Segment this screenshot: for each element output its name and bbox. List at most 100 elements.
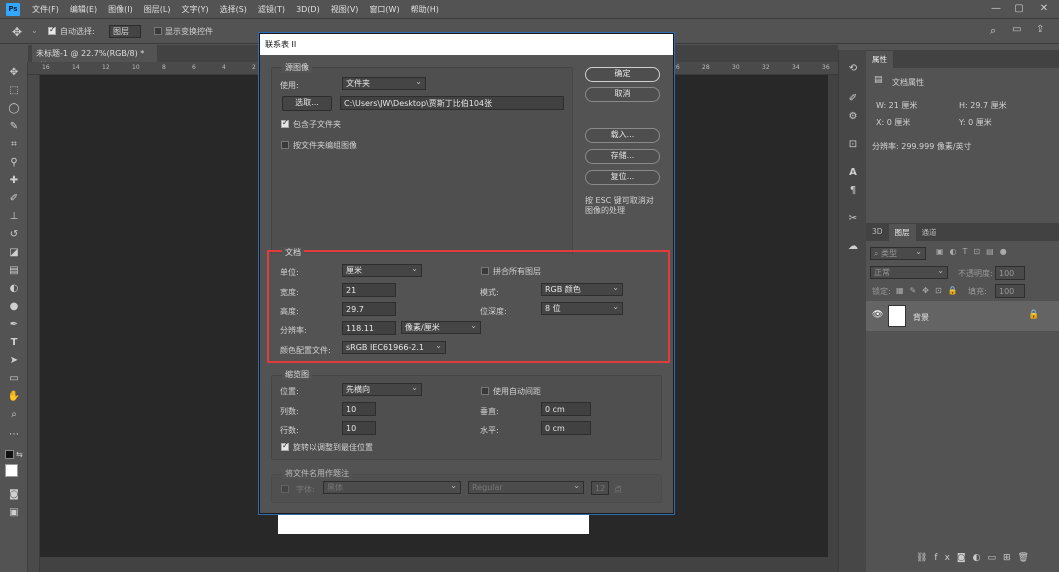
share-icon[interactable]: ⇪: [1036, 24, 1044, 35]
prop-x[interactable]: X: 0 厘米: [876, 117, 910, 128]
hand-tool-icon[interactable]: ✋: [6, 390, 22, 404]
foreground-color-swatch[interactable]: [5, 464, 18, 477]
blend-mode-dropdown[interactable]: 正常: [870, 265, 948, 279]
move-tool-icon[interactable]: ✥: [6, 66, 22, 80]
lock-icons[interactable]: ▦✎✥⊡🔒: [896, 286, 964, 295]
tool-presets-icon[interactable]: ✂: [846, 212, 860, 226]
layer-filter-icons[interactable]: ▣◐T⊡▤●: [936, 247, 1013, 256]
blur-tool-icon[interactable]: ◐: [6, 282, 22, 296]
healing-tool-icon[interactable]: ✚: [6, 174, 22, 188]
zoom-tool-icon[interactable]: ⌕: [6, 408, 22, 422]
history-brush-icon[interactable]: ↺: [6, 228, 22, 242]
layer-kind-filter[interactable]: ⌕ 类型: [870, 246, 926, 260]
group-by-folder-checkbox[interactable]: [281, 141, 289, 151]
rows-input[interactable]: 10: [342, 421, 376, 435]
document-tab[interactable]: 未标题-1 @ 22.7%(RGB/8) * ×: [32, 45, 157, 68]
marquee-tool-icon[interactable]: ⬚: [6, 84, 22, 98]
auto-select-dropdown[interactable]: 图层: [109, 25, 141, 38]
font-dropdown[interactable]: 黑体: [323, 480, 461, 494]
show-transform-checkbox[interactable]: [154, 27, 162, 37]
rotate-checkbox[interactable]: [281, 441, 289, 453]
tab-channels[interactable]: 通道: [916, 224, 943, 241]
columns-input[interactable]: 10: [342, 402, 376, 416]
include-subfolders-checkbox[interactable]: [281, 118, 289, 130]
workspace-icon[interactable]: ▭: [1012, 24, 1021, 35]
pen-tool-icon[interactable]: ✒: [6, 318, 22, 332]
menu-help[interactable]: 帮助(H): [411, 4, 439, 15]
maximize-icon[interactable]: ▢: [1013, 3, 1025, 15]
close-icon[interactable]: ✕: [1038, 3, 1050, 15]
quick-select-tool-icon[interactable]: ✎: [6, 120, 22, 134]
auto-select-checkbox[interactable]: [48, 25, 56, 37]
layer-bottom-icons[interactable]: ⛓fx◙◐▭⊞🗑: [916, 553, 1036, 563]
more-tools-icon[interactable]: ⋯: [6, 428, 22, 442]
horizontal-input[interactable]: 0 cm: [541, 421, 591, 435]
crop-tool-icon[interactable]: ⌗: [6, 138, 22, 152]
layer-row-background[interactable]: 👁 背景 🔒: [866, 301, 1059, 331]
type-tool-icon[interactable]: T: [6, 336, 22, 350]
menu-3d[interactable]: 3D(D): [296, 5, 320, 14]
cancel-button[interactable]: 取消: [585, 87, 660, 102]
menu-view[interactable]: 视图(V): [331, 4, 359, 15]
menu-select[interactable]: 选择(S): [220, 4, 247, 15]
lasso-tool-icon[interactable]: ◯: [6, 102, 22, 116]
fill-input[interactable]: 100: [995, 284, 1025, 298]
menu-type[interactable]: 文字(Y): [181, 4, 208, 15]
tab-3d[interactable]: 3D: [866, 224, 889, 241]
path-select-tool-icon[interactable]: ➤: [6, 354, 22, 368]
clone-source-icon[interactable]: ⊡: [846, 138, 860, 152]
screen-mode-icon[interactable]: ▣: [6, 506, 22, 520]
stamp-tool-icon[interactable]: ⊥: [6, 210, 22, 224]
choose-button[interactable]: 选取...: [282, 96, 332, 111]
width-input[interactable]: 21: [342, 283, 396, 297]
horizontal-scrollbar[interactable]: [40, 557, 838, 572]
brush-settings-icon[interactable]: ✐: [846, 92, 860, 106]
depth-dropdown[interactable]: 8 位: [541, 301, 623, 315]
menu-edit[interactable]: 编辑(E): [70, 4, 97, 15]
load-button[interactable]: 载入...: [585, 128, 660, 143]
auto-spacing-checkbox[interactable]: [481, 387, 489, 397]
rectangle-tool-icon[interactable]: ▭: [6, 372, 22, 386]
eraser-tool-icon[interactable]: ◪: [6, 246, 22, 260]
font-style-dropdown[interactable]: Regular: [468, 480, 584, 494]
font-size-input[interactable]: 12: [591, 481, 609, 495]
paragraph-icon[interactable]: ¶: [846, 184, 860, 198]
tab-layers[interactable]: 图层: [888, 224, 916, 241]
brush-tool-icon[interactable]: ✐: [6, 192, 22, 206]
tool-preset-arrow-icon[interactable]: ⌄: [31, 26, 38, 35]
menu-layer[interactable]: 图层(L): [144, 4, 171, 15]
menu-image[interactable]: 图像(I): [108, 4, 133, 15]
caption-checkbox[interactable]: [281, 485, 289, 495]
default-colors-icon[interactable]: [5, 450, 14, 459]
adjustments-icon[interactable]: ⚙: [846, 110, 860, 124]
dodge-tool-icon[interactable]: ●: [6, 300, 22, 314]
prop-width[interactable]: W: 21 厘米: [876, 100, 917, 111]
prop-height[interactable]: H: 29.7 厘米: [959, 100, 1007, 111]
path-field[interactable]: C:\Users\JW\Desktop\贾斯丁比伯104张: [340, 96, 564, 110]
quick-mask-icon[interactable]: ◙: [6, 488, 22, 502]
use-dropdown[interactable]: 文件夹: [342, 76, 426, 90]
flatten-checkbox[interactable]: [481, 267, 489, 277]
opacity-input[interactable]: 100: [995, 266, 1025, 280]
search-icon[interactable]: ⌕: [990, 24, 996, 38]
menu-file[interactable]: 文件(F): [32, 4, 59, 15]
tab-properties[interactable]: 属性: [866, 51, 893, 68]
save-button[interactable]: 存储...: [585, 149, 660, 164]
minimize-icon[interactable]: —: [990, 3, 1002, 15]
mode-dropdown[interactable]: RGB 颜色: [541, 282, 623, 296]
menu-filter[interactable]: 滤镜(T): [258, 4, 285, 15]
resolution-unit-dropdown[interactable]: 像素/厘米: [401, 320, 481, 334]
eyedropper-tool-icon[interactable]: ⚲: [6, 156, 22, 170]
libraries-icon[interactable]: ☁: [846, 240, 860, 254]
reset-button[interactable]: 复位...: [585, 170, 660, 185]
place-dropdown[interactable]: 先横向: [342, 382, 422, 396]
color-profile-dropdown[interactable]: sRGB IEC61966-2.1: [342, 340, 446, 354]
vertical-scrollbar[interactable]: [828, 75, 838, 557]
menu-window[interactable]: 窗口(W): [369, 4, 399, 15]
height-input[interactable]: 29.7: [342, 302, 396, 316]
swap-colors-icon[interactable]: ⇆: [16, 450, 23, 459]
resolution-input[interactable]: 118.11: [342, 321, 396, 335]
unit-dropdown[interactable]: 厘米: [342, 263, 422, 277]
ok-button[interactable]: 确定: [585, 67, 660, 82]
history-icon[interactable]: ⟲: [846, 62, 860, 76]
